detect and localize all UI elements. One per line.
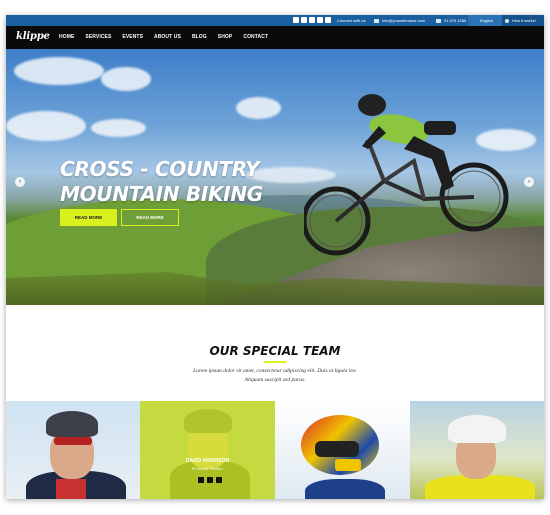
email-text: info@yoursitename.com — [382, 18, 426, 23]
jersey-shape — [56, 479, 86, 499]
cloud-shape — [236, 97, 281, 119]
card-hover-overlay — [140, 401, 275, 499]
nav-home[interactable]: HOME — [59, 34, 74, 40]
chevron-right-icon[interactable]: › — [524, 177, 534, 187]
howto-item: How it works! — [505, 18, 536, 23]
howto-label: How it works! — [512, 18, 536, 23]
nav-blog[interactable]: BLOG — [192, 34, 207, 40]
cloud-shape — [6, 111, 86, 141]
cloud-shape — [14, 57, 104, 85]
email-icon — [374, 18, 379, 23]
phone-text: 01 876 4286 — [444, 18, 467, 23]
member-name: DAVID HARRISON — [185, 458, 230, 464]
mountain-biker-image — [304, 94, 509, 256]
team-member-card[interactable] — [6, 401, 141, 499]
hero-title-line2: MOUNTAIN BIKING — [60, 182, 263, 206]
goggles-shape — [315, 441, 359, 457]
member-role: Personal Trainer — [192, 466, 223, 471]
linkedin-icon[interactable] — [317, 17, 323, 23]
jersey-shape — [305, 479, 385, 499]
main-navbar: klippe HOME SERVICES EVENTS ABOUT US BLO… — [6, 26, 544, 49]
team-section-title: OUR SPECIAL TEAM — [209, 344, 341, 358]
team-member-card[interactable] — [275, 401, 410, 499]
read-more-button-secondary[interactable]: READ MORE — [121, 209, 179, 226]
helmet-shape — [448, 415, 506, 443]
read-more-button-primary[interactable]: READ MORE — [60, 209, 117, 226]
team-member-card-featured[interactable] — [140, 401, 275, 499]
sunglasses-shape — [54, 437, 92, 445]
nav-contact[interactable]: CONTACT — [243, 34, 268, 40]
email-link[interactable]: info@yoursitename.com — [374, 18, 425, 23]
chevron-left-icon[interactable]: ‹ — [15, 177, 25, 187]
nav-services[interactable]: SERVICES — [85, 34, 111, 40]
helmet-shape — [46, 411, 98, 437]
language-selector[interactable]: English — [468, 15, 502, 26]
hero-title: CROSS - COUNTRY MOUNTAIN BIKING — [60, 157, 263, 207]
facebook-icon[interactable] — [293, 17, 299, 23]
info-icon — [505, 18, 509, 23]
twitter-icon[interactable] — [301, 17, 307, 23]
facebook-icon[interactable] — [198, 477, 204, 483]
title-underline — [264, 361, 286, 363]
linkedin-icon[interactable] — [216, 477, 222, 483]
nav-shop[interactable]: SHOP — [218, 34, 233, 40]
chin-guard-shape — [335, 459, 361, 471]
team-desc-line1: Lorem ipsum dolor sit amet, consectetur … — [193, 368, 357, 374]
top-utility-bar: Connect with us info@yoursitename.com 01… — [6, 15, 544, 26]
member-social-icons — [198, 477, 222, 483]
twitter-icon[interactable] — [207, 477, 213, 483]
topbar-social-icons — [293, 17, 331, 23]
team-member-card[interactable] — [410, 401, 544, 499]
page-frame: Connect with us info@yoursitename.com 01… — [6, 15, 544, 499]
hero-slider: CROSS - COUNTRY MOUNTAIN BIKING READ MOR… — [6, 49, 544, 305]
youtube-icon[interactable] — [325, 17, 331, 23]
main-menu: HOME SERVICES EVENTS ABOUT US BLOG SHOP … — [59, 34, 268, 40]
site-logo[interactable]: klippe — [16, 31, 50, 42]
cloud-shape — [91, 119, 146, 137]
language-label: English — [480, 18, 494, 23]
cloud-shape — [101, 67, 151, 91]
team-desc-line2: Aliquam suscipit sed purus. — [244, 377, 306, 383]
connect-label: Connect with us — [337, 18, 366, 23]
how-it-works-link[interactable]: How it works! — [502, 15, 544, 26]
hero-title-line1: CROSS - COUNTRY — [60, 157, 260, 181]
team-description: Lorem ipsum dolor sit amet, consectetur … — [6, 367, 544, 385]
nav-about-us[interactable]: ABOUT US — [154, 34, 181, 40]
phone-icon — [436, 18, 441, 23]
google-plus-icon[interactable] — [309, 17, 315, 23]
nav-events[interactable]: EVENTS — [122, 34, 143, 40]
phone-link[interactable]: 01 876 4286 — [436, 18, 466, 23]
